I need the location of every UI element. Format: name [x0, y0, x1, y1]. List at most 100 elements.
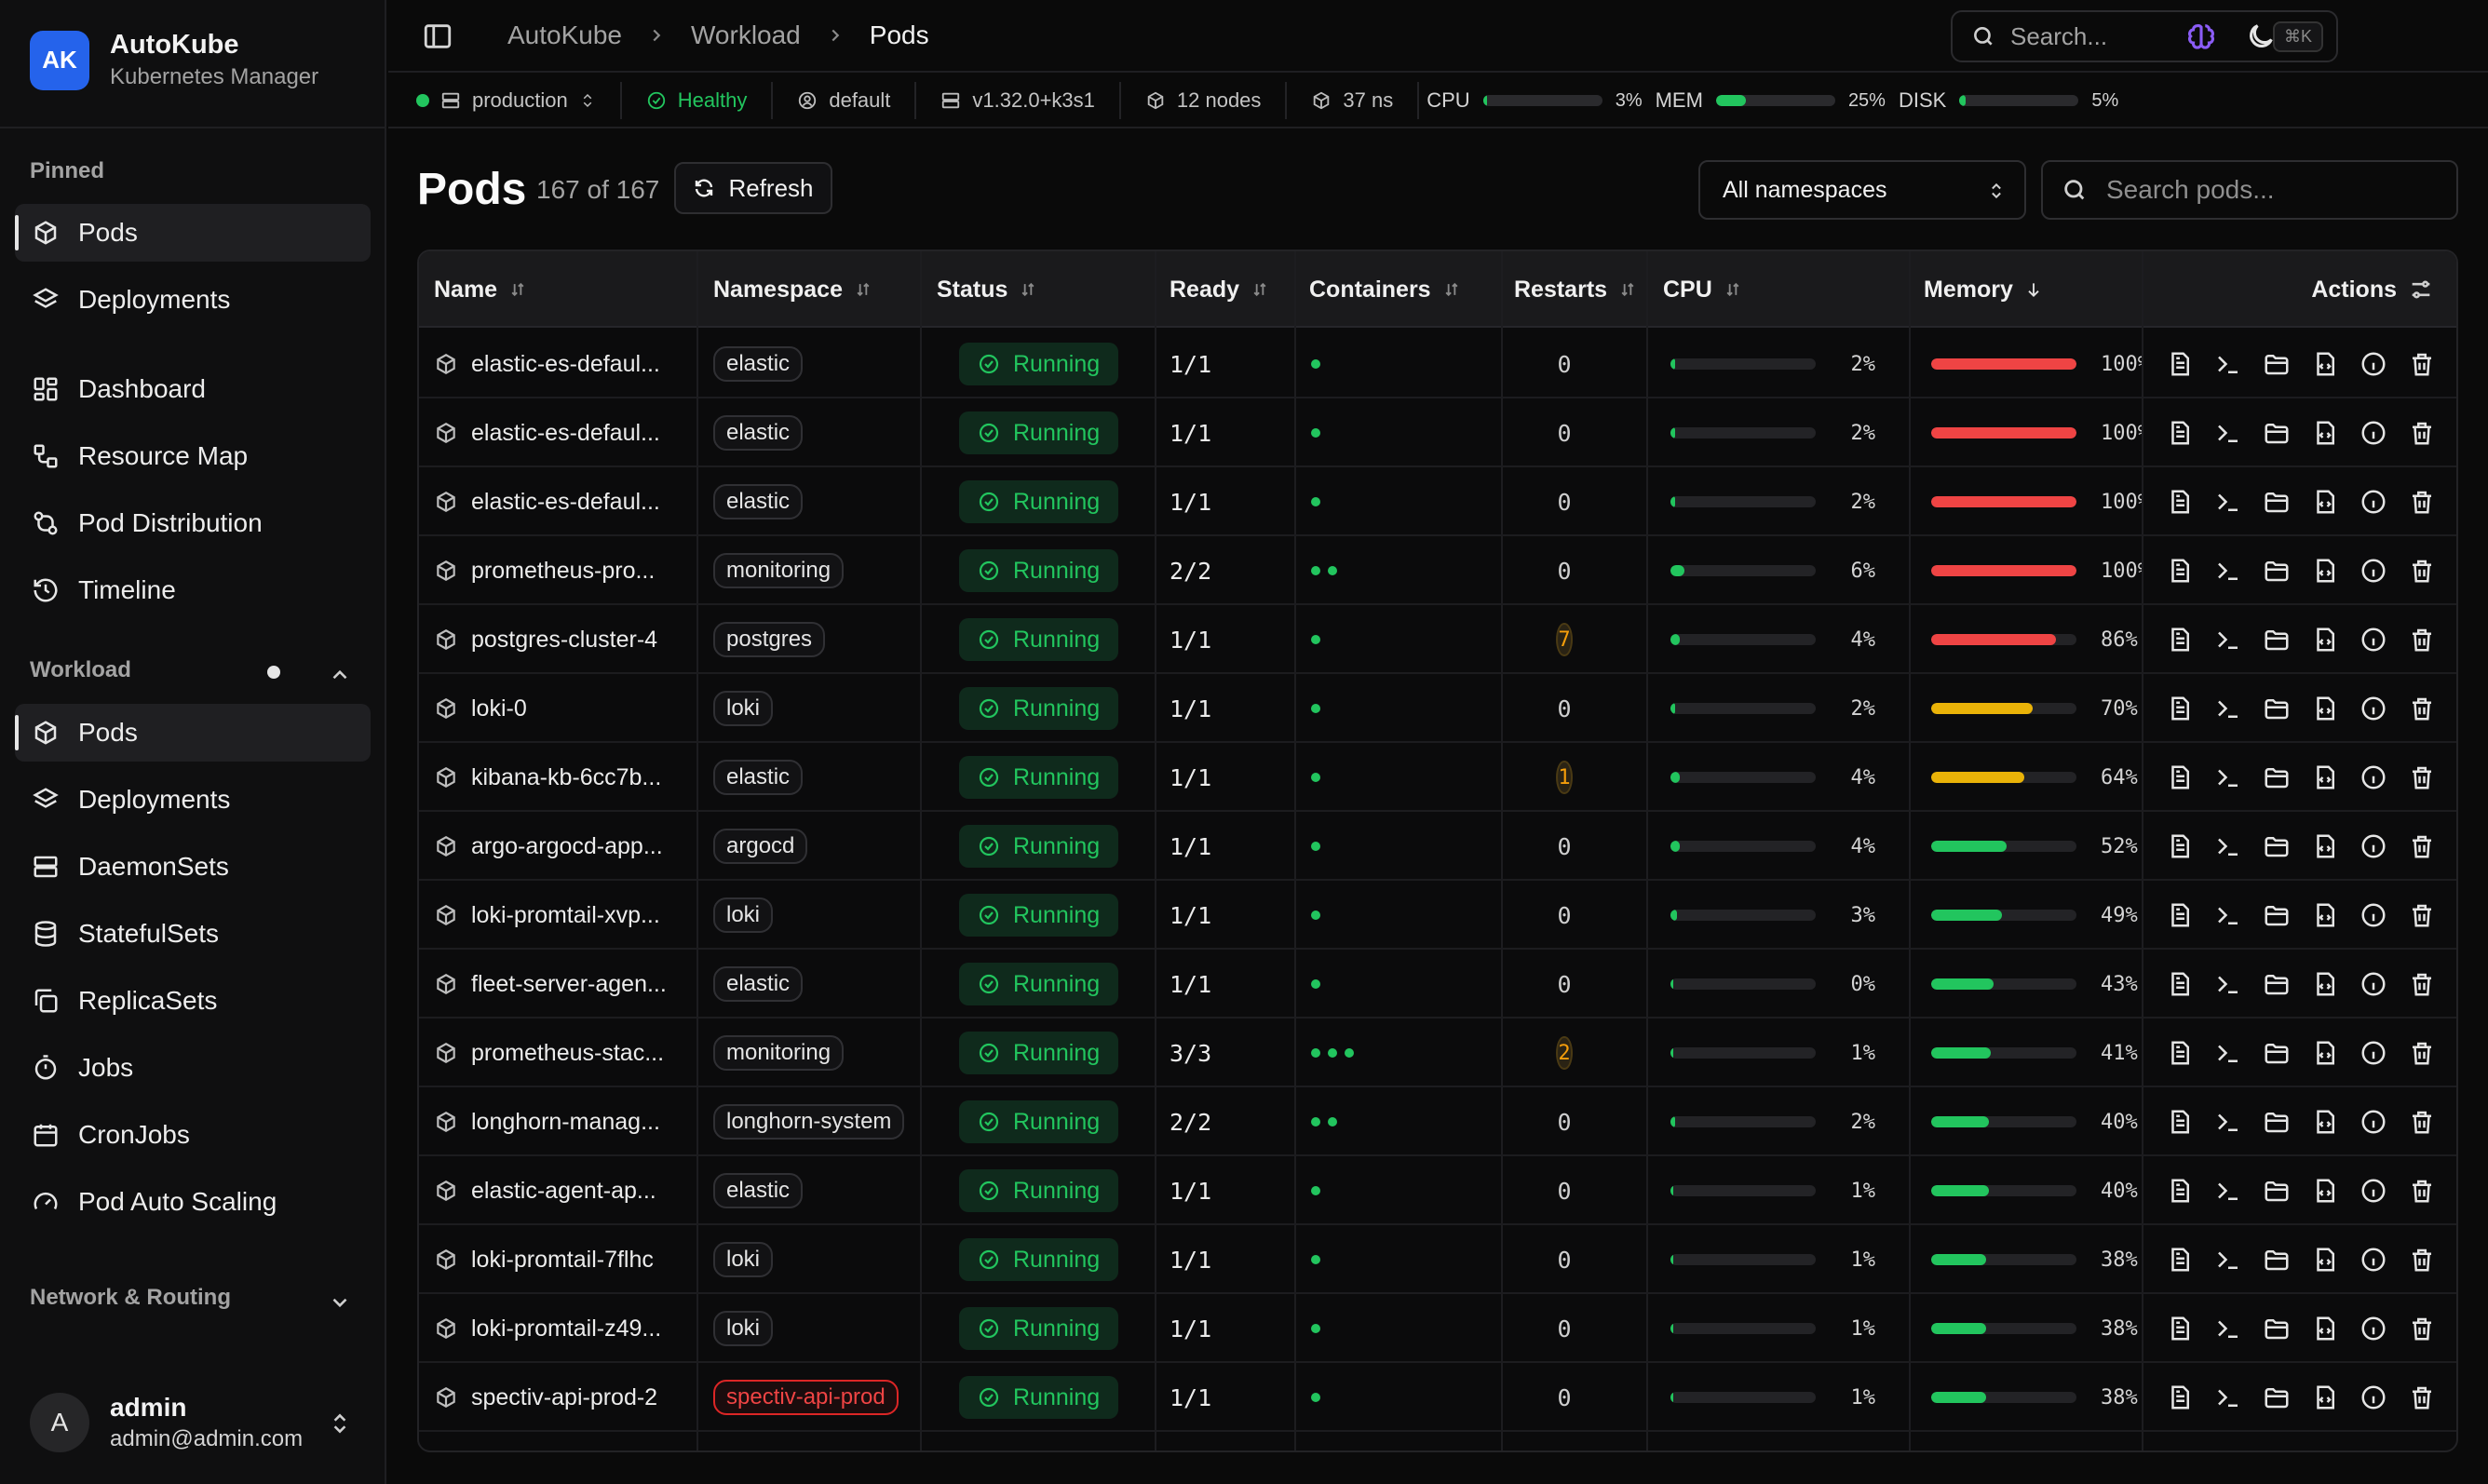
info-icon[interactable] — [2360, 970, 2387, 998]
trash-icon[interactable] — [2408, 626, 2436, 654]
info-icon[interactable] — [2360, 1315, 2387, 1342]
table-row[interactable]: loki-promtail-xvp... loki Running 1/1 0 3% 49% — [419, 881, 2456, 950]
table-row[interactable]: postgres-cluster-4 postgres Running 1/1 7 4% 8… — [419, 605, 2456, 674]
pod-name-cell[interactable]: longhorn-manag... — [434, 1087, 695, 1156]
moon-icon[interactable] — [2245, 20, 2277, 52]
pod-name-cell[interactable]: kibana-kb-6cc7b... — [434, 743, 695, 812]
folder-icon[interactable] — [2263, 1108, 2291, 1136]
chevron-down-icon[interactable] — [328, 1290, 352, 1315]
folder-icon[interactable] — [2263, 1039, 2291, 1067]
namespace-badge[interactable]: spectiv-api-prod — [713, 1380, 899, 1415]
folder-icon[interactable] — [2263, 419, 2291, 447]
terminal-icon[interactable] — [2214, 695, 2242, 722]
namespace-badge[interactable]: elastic — [713, 484, 804, 519]
folder-icon[interactable] — [2263, 1315, 2291, 1342]
trash-icon[interactable] — [2408, 1108, 2436, 1136]
namespace-badge[interactable]: loki — [713, 1311, 774, 1346]
namespace-badge[interactable]: elastic — [713, 966, 804, 1002]
table-row[interactable]: elastic-es-defaul... elastic Running 1/1 0 2%… — [419, 330, 2456, 398]
logs-icon[interactable] — [2166, 1177, 2194, 1205]
info-icon[interactable] — [2360, 626, 2387, 654]
file-code-icon[interactable] — [2311, 901, 2339, 929]
trash-icon[interactable] — [2408, 350, 2436, 378]
sidebar-item-pod-auto-scaling[interactable]: Pod Auto Scaling — [15, 1173, 371, 1231]
sidebar-item-replicasets[interactable]: ReplicaSets — [15, 972, 371, 1030]
info-icon[interactable] — [2360, 350, 2387, 378]
sidebar-item-pods[interactable]: Pods — [15, 204, 371, 262]
terminal-icon[interactable] — [2214, 1315, 2242, 1342]
folder-icon[interactable] — [2263, 763, 2291, 791]
user-menu[interactable]: A admin admin@admin.com — [30, 1393, 303, 1452]
sidebar-item-dashboard[interactable]: Dashboard — [15, 360, 371, 418]
file-code-icon[interactable] — [2311, 626, 2339, 654]
sidebar-item-statefulsets[interactable]: StatefulSets — [15, 905, 371, 963]
namespace-badge[interactable]: elastic — [713, 1173, 804, 1208]
info-icon[interactable] — [2360, 488, 2387, 516]
pod-name-cell[interactable]: elastic-agent-ap... — [434, 1156, 695, 1225]
namespace-badge[interactable]: elastic — [713, 760, 804, 795]
pod-name-cell[interactable]: fleet-server-agen... — [434, 950, 695, 1019]
info-icon[interactable] — [2360, 695, 2387, 722]
file-code-icon[interactable] — [2311, 832, 2339, 860]
table-row[interactable]: longhorn-manag... longhorn-system Running 2… — [419, 1087, 2456, 1156]
folder-icon[interactable] — [2263, 970, 2291, 998]
info-icon[interactable] — [2360, 1383, 2387, 1411]
refresh-button[interactable]: Refresh — [674, 162, 832, 214]
terminal-icon[interactable] — [2214, 970, 2242, 998]
table-row[interactable]: argo-argocd-app... argocd Running 1/1 0 4% 52% — [419, 812, 2456, 881]
file-code-icon[interactable] — [2311, 1039, 2339, 1067]
file-code-icon[interactable] — [2311, 1177, 2339, 1205]
folder-icon[interactable] — [2263, 901, 2291, 929]
column-header-name[interactable]: Name — [434, 251, 527, 328]
chevron-up-icon[interactable] — [328, 663, 352, 687]
sidebar-item-deployments[interactable]: Deployments — [15, 271, 371, 329]
folder-icon[interactable] — [2263, 1177, 2291, 1205]
logs-icon[interactable] — [2166, 695, 2194, 722]
namespace-badge[interactable]: monitoring — [713, 553, 845, 588]
table-row[interactable]: prometheus-pro... monitoring Running 2/2 0 6%… — [419, 536, 2456, 605]
brand[interactable]: AK AutoKube Kubernetes Manager — [30, 30, 318, 90]
folder-icon[interactable] — [2263, 626, 2291, 654]
file-code-icon[interactable] — [2311, 1315, 2339, 1342]
folder-icon[interactable] — [2263, 350, 2291, 378]
breadcrumb-item-autokube[interactable]: AutoKube — [507, 20, 622, 50]
logs-icon[interactable] — [2166, 557, 2194, 585]
sidebar-toggle-icon[interactable] — [422, 20, 453, 52]
pod-name-cell[interactable]: loki-0 — [434, 674, 695, 743]
namespace-badge[interactable]: monitoring — [713, 1035, 845, 1071]
folder-icon[interactable] — [2263, 557, 2291, 585]
sidebar-item-pods[interactable]: Pods — [15, 704, 371, 762]
logs-icon[interactable] — [2166, 763, 2194, 791]
file-code-icon[interactable] — [2311, 1108, 2339, 1136]
file-code-icon[interactable] — [2311, 1246, 2339, 1274]
sidebar-item-daemonsets[interactable]: DaemonSets — [15, 838, 371, 896]
namespace-filter-select[interactable]: All namespaces — [1698, 160, 2026, 220]
logs-icon[interactable] — [2166, 1108, 2194, 1136]
sidebar-item-cronjobs[interactable]: CronJobs — [15, 1106, 371, 1164]
logs-icon[interactable] — [2166, 832, 2194, 860]
info-icon[interactable] — [2360, 763, 2387, 791]
table-row[interactable]: fleet-server-agen... elastic Running 1/1 0 0%… — [419, 950, 2456, 1019]
sidebar-item-deployments[interactable]: Deployments — [15, 771, 371, 829]
column-header-containers[interactable]: Containers — [1309, 251, 1461, 328]
folder-icon[interactable] — [2263, 695, 2291, 722]
pod-name-cell[interactable]: argo-argocd-app... — [434, 812, 695, 881]
file-code-icon[interactable] — [2311, 970, 2339, 998]
logs-icon[interactable] — [2166, 1315, 2194, 1342]
trash-icon[interactable] — [2408, 1315, 2436, 1342]
folder-icon[interactable] — [2263, 832, 2291, 860]
trash-icon[interactable] — [2408, 901, 2436, 929]
logs-icon[interactable] — [2166, 350, 2194, 378]
info-icon[interactable] — [2360, 419, 2387, 447]
logs-icon[interactable] — [2166, 1383, 2194, 1411]
sidebar-item-pod-distribution[interactable]: Pod Distribution — [15, 494, 371, 552]
column-header-actions[interactable]: Actions — [2311, 251, 2434, 328]
terminal-icon[interactable] — [2214, 419, 2242, 447]
column-header-restarts[interactable]: Restarts — [1514, 251, 1637, 328]
table-row[interactable]: loki-promtail-z49... loki Running 1/1 0 1% 38% — [419, 1294, 2456, 1363]
namespace-badge[interactable]: longhorn-system — [713, 1104, 905, 1140]
folder-icon[interactable] — [2263, 1383, 2291, 1411]
namespace-badge[interactable]: elastic — [713, 415, 804, 451]
terminal-icon[interactable] — [2214, 1177, 2242, 1205]
namespace-badge[interactable]: loki — [713, 691, 774, 726]
